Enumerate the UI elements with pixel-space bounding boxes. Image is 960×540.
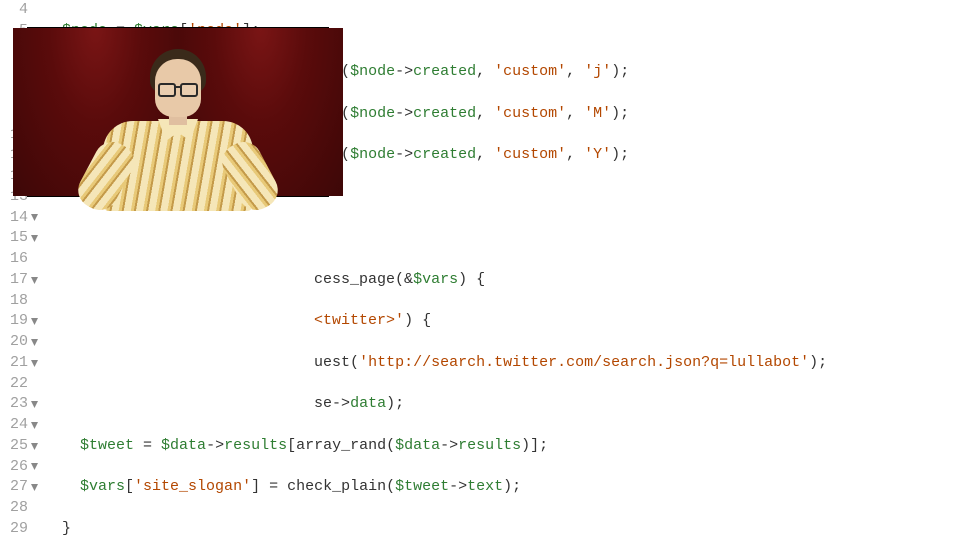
line-number: 18 [0, 291, 30, 312]
line-number: 29 [0, 519, 30, 540]
code-line[interactable]: se->data); [44, 394, 960, 415]
line-number: 14 [0, 208, 30, 229]
line-number: 15 [0, 228, 30, 249]
line-number: 21 [0, 353, 30, 374]
code-line[interactable]: } [44, 519, 960, 540]
code-line[interactable] [44, 228, 960, 249]
line-number: 19 [0, 311, 30, 332]
code-line[interactable]: $vars['site_slogan'] = check_plain($twee… [44, 477, 960, 498]
line-number: 16 [0, 249, 30, 270]
line-number: 26 [0, 457, 30, 478]
line-number: 28 [0, 498, 30, 519]
fold-marker[interactable] [30, 332, 44, 353]
fold-marker[interactable] [30, 394, 44, 415]
video-overlay[interactable] [28, 28, 328, 196]
fold-marker[interactable] [30, 457, 44, 478]
fold-marker[interactable] [30, 353, 44, 374]
code-line[interactable]: uest('http://search.twitter.com/search.j… [44, 353, 960, 374]
fold-marker[interactable] [30, 228, 44, 249]
fold-marker[interactable] [30, 270, 44, 291]
code-editor[interactable]: 4 5 6 7 8 9 10 11 12 13 14 15 16 17 18 1… [0, 0, 960, 540]
code-line[interactable]: <twitter>') { [44, 311, 960, 332]
code-line[interactable]: $tweet = $data->results[array_rand($data… [44, 436, 960, 457]
line-number: 25 [0, 436, 30, 457]
fold-marker[interactable] [30, 311, 44, 332]
line-number: 22 [0, 374, 30, 395]
code-line[interactable]: cess_page(&$vars) { [44, 270, 960, 291]
line-number: 4 [0, 0, 30, 21]
line-number: 20 [0, 332, 30, 353]
video-presenter [88, 41, 268, 201]
fold-marker[interactable] [30, 415, 44, 436]
fold-marker[interactable] [30, 477, 44, 498]
line-number: 24 [0, 415, 30, 436]
line-number: 27 [0, 477, 30, 498]
fold-marker[interactable] [30, 436, 44, 457]
line-number: 17 [0, 270, 30, 291]
fold-marker[interactable] [30, 208, 44, 229]
line-number: 23 [0, 394, 30, 415]
